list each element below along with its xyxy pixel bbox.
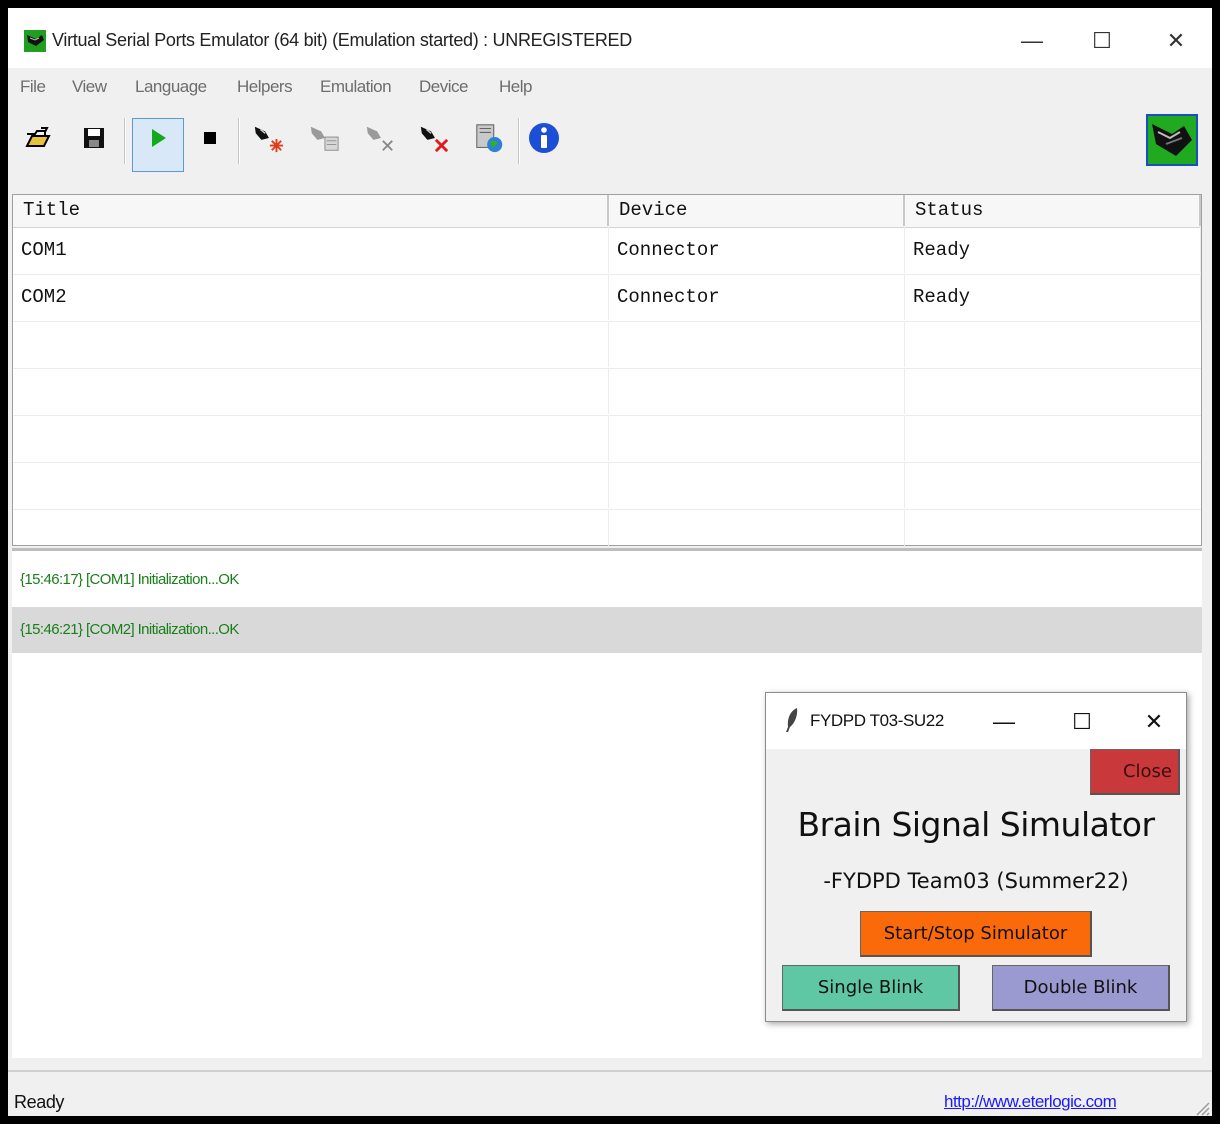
close-button[interactable]: ✕ xyxy=(1156,24,1196,58)
create-device-icon[interactable] xyxy=(252,122,284,154)
toolbar xyxy=(8,106,1212,186)
start-emulation-icon[interactable] xyxy=(142,122,174,154)
status-text: Ready xyxy=(14,1092,65,1112)
toolbar-separator xyxy=(518,118,520,164)
start-stop-simulator-button[interactable]: Start/Stop Simulator xyxy=(860,911,1092,957)
title-bar: Virtual Serial Ports Emulator (64 bit) (… xyxy=(8,8,1212,68)
app-icon xyxy=(24,30,46,52)
log-entry[interactable]: {15:46:17} [COM1] Initialization...OK xyxy=(12,557,1202,603)
menu-bar: File View Language Helpers Emulation Dev… xyxy=(8,68,1212,106)
empty-row xyxy=(13,321,1201,369)
table-row[interactable]: COM1 Connector Ready xyxy=(13,227,1201,275)
cell-title: COM2 xyxy=(13,274,609,320)
menu-language[interactable]: Language xyxy=(135,77,207,97)
toolbar-separator xyxy=(238,118,240,164)
log-entry-selected[interactable]: {15:46:21} [COM2] Initialization...OK xyxy=(12,607,1202,653)
main-window: Virtual Serial Ports Emulator (64 bit) (… xyxy=(8,8,1212,1116)
menu-file[interactable]: File xyxy=(20,77,46,97)
minimize-button[interactable]: — xyxy=(1012,24,1052,58)
device-list: Title Device Status COM1 Connector Ready… xyxy=(12,194,1202,557)
menu-helpers[interactable]: Helpers xyxy=(237,77,293,97)
menu-emulation[interactable]: Emulation xyxy=(320,77,392,97)
cell-status: Ready xyxy=(905,274,1201,320)
cell-device: Connector xyxy=(609,227,905,273)
empty-row xyxy=(13,368,1201,416)
feather-icon xyxy=(786,708,798,732)
close-button[interactable]: Close xyxy=(1090,749,1180,795)
list-header: Title Device Status xyxy=(13,195,1201,228)
menu-help[interactable]: Help xyxy=(499,77,532,97)
device-network-icon[interactable] xyxy=(474,122,506,154)
cell-status: Ready xyxy=(905,227,1201,273)
app-logo-icon xyxy=(1146,114,1198,166)
double-blink-button[interactable]: Double Blink xyxy=(992,965,1170,1011)
dialog-close-x-button[interactable]: ✕ xyxy=(1136,707,1172,737)
menu-view[interactable]: View xyxy=(72,77,107,97)
simulator-dialog: FYDPD T03-SU22 — ☐ ✕ Close Brain Signal … xyxy=(765,692,1187,1022)
info-icon[interactable] xyxy=(528,122,560,154)
dialog-maximize-button[interactable]: ☐ xyxy=(1064,707,1100,737)
website-link[interactable]: http://www.eterlogic.com xyxy=(944,1092,1117,1112)
window-title: Virtual Serial Ports Emulator (64 bit) (… xyxy=(52,30,632,50)
dialog-minimize-button[interactable]: — xyxy=(986,707,1022,737)
team-subheading: -FYDPD Team03 (Summer22) xyxy=(823,869,1129,893)
single-blink-button[interactable]: Single Blink xyxy=(782,965,960,1011)
table-row[interactable]: COM2 Connector Ready xyxy=(13,274,1201,322)
open-folder-icon[interactable] xyxy=(22,122,54,154)
cell-title: COM1 xyxy=(13,227,609,273)
cell-device: Connector xyxy=(609,274,905,320)
save-disk-icon[interactable] xyxy=(78,122,110,154)
simulator-heading: Brain Signal Simulator xyxy=(797,805,1155,844)
empty-row xyxy=(13,415,1201,463)
maximize-button[interactable]: ☐ xyxy=(1082,24,1122,58)
empty-row xyxy=(13,462,1201,510)
toolbar-separator xyxy=(124,118,126,164)
resize-grip-icon[interactable] xyxy=(1192,1098,1210,1116)
dialog-title: FYDPD T03-SU22 xyxy=(810,711,944,730)
dialog-title-bar: FYDPD T03-SU22 — ☐ ✕ xyxy=(766,693,1186,749)
disconnect-device-icon xyxy=(364,122,396,154)
column-title[interactable]: Title xyxy=(13,195,609,226)
status-bar: Ready http://www.eterlogic.com xyxy=(8,1070,1212,1116)
edit-device-icon xyxy=(308,122,340,154)
column-status[interactable]: Status xyxy=(905,195,1201,226)
delete-device-icon[interactable] xyxy=(418,122,450,154)
stop-emulation-icon[interactable] xyxy=(194,122,226,154)
column-device[interactable]: Device xyxy=(609,195,905,226)
menu-device[interactable]: Device xyxy=(419,77,468,97)
